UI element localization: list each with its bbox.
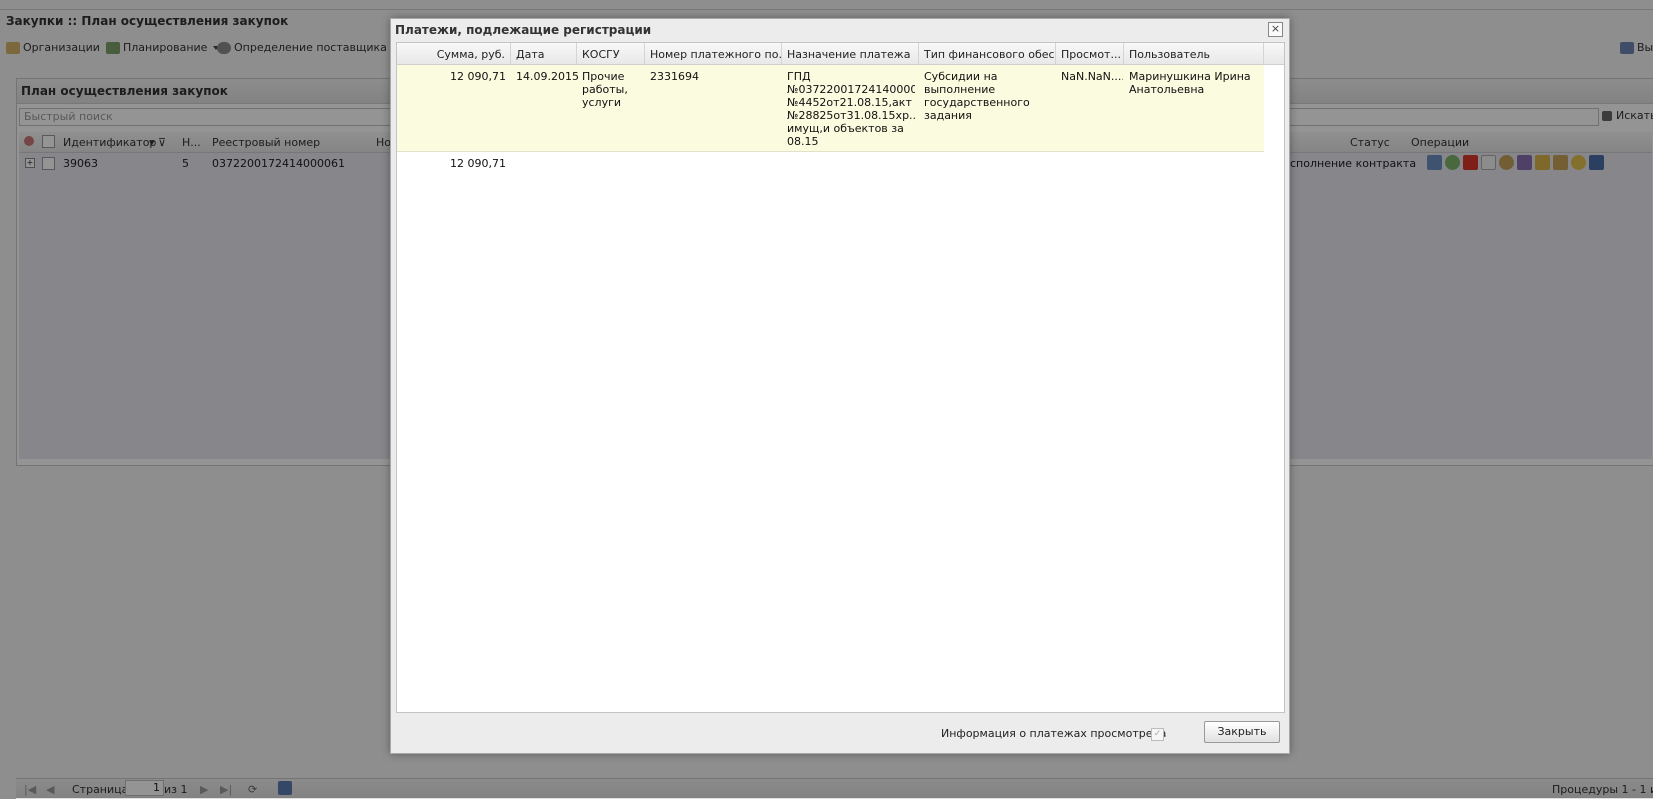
column-viewed[interactable]: Просмот... <box>1056 43 1124 64</box>
cell-purpose-line: ГПД <box>787 70 811 83</box>
cell-purpose-line: №03722001724140000... <box>787 83 915 96</box>
cell-kosgu-line: Прочие <box>582 70 625 83</box>
cell-finance-line: государственного <box>924 96 1030 109</box>
dialog-title: Платежи, подлежащие регистрации <box>395 23 652 37</box>
cell-kosgu-line: работы, <box>582 83 628 96</box>
column-date[interactable]: Дата <box>511 43 577 64</box>
cell-kosgu-line: услуги <box>582 96 622 109</box>
cell-purpose-line: имущ,и объектов за <box>787 122 904 135</box>
cell-user-line: Анатольевна <box>1129 83 1205 96</box>
viewed-info-label: Информация о платежах просмотрена <box>941 727 1167 740</box>
column-user[interactable]: Пользователь <box>1124 43 1264 64</box>
column-payment-purpose[interactable]: Назначение платежа <box>782 43 919 64</box>
cell-finance-line: задания <box>924 109 972 122</box>
cell-purpose-line: №4452от21.08.15,акт <box>787 96 912 109</box>
cell-payment-purpose: ГПД №03722001724140000... №4452от21.08.1… <box>787 70 915 148</box>
viewed-info-checkbox[interactable]: ✓ <box>1151 728 1164 741</box>
payments-total: 12 090,71 <box>450 157 506 170</box>
cell-user-line: Маринушкина Ирина <box>1129 70 1251 83</box>
cell-finance-line: Субсидии на <box>924 70 998 83</box>
cell-finance-line: выполнение <box>924 83 996 96</box>
cell-payment-number: 2331694 <box>650 70 699 83</box>
cell-viewed: NaN.NaN.... <box>1061 70 1123 83</box>
cell-date: 14.09.2015 <box>516 70 579 83</box>
cell-finance-type: Субсидии на выполнение государственного … <box>924 70 1030 122</box>
close-icon[interactable]: × <box>1268 22 1283 37</box>
payments-grid: Сумма, руб. Дата КОСГУ Номер платежного … <box>396 42 1285 713</box>
cell-purpose-line: №28825от31.08.15хр... <box>787 109 915 122</box>
payments-grid-header: Сумма, руб. Дата КОСГУ Номер платежного … <box>397 43 1284 65</box>
payment-row[interactable]: 12 090,71 14.09.2015 Прочие работы, услу… <box>397 65 1264 152</box>
column-kosgu[interactable]: КОСГУ <box>577 43 645 64</box>
column-finance-type[interactable]: Тип финансового обес... <box>919 43 1056 64</box>
cell-user: Маринушкина Ирина Анатольевна <box>1129 70 1251 96</box>
cell-purpose-line: 08.15 <box>787 135 819 148</box>
column-payment-number[interactable]: Номер платежного по... <box>645 43 782 64</box>
cell-kosgu: Прочие работы, услуги <box>582 70 628 109</box>
column-sum[interactable]: Сумма, руб. <box>397 43 511 64</box>
close-button[interactable]: Закрыть <box>1204 721 1280 743</box>
payments-dialog: Платежи, подлежащие регистрации × Сумма,… <box>390 18 1290 754</box>
cell-sum: 12 090,71 <box>450 70 506 83</box>
